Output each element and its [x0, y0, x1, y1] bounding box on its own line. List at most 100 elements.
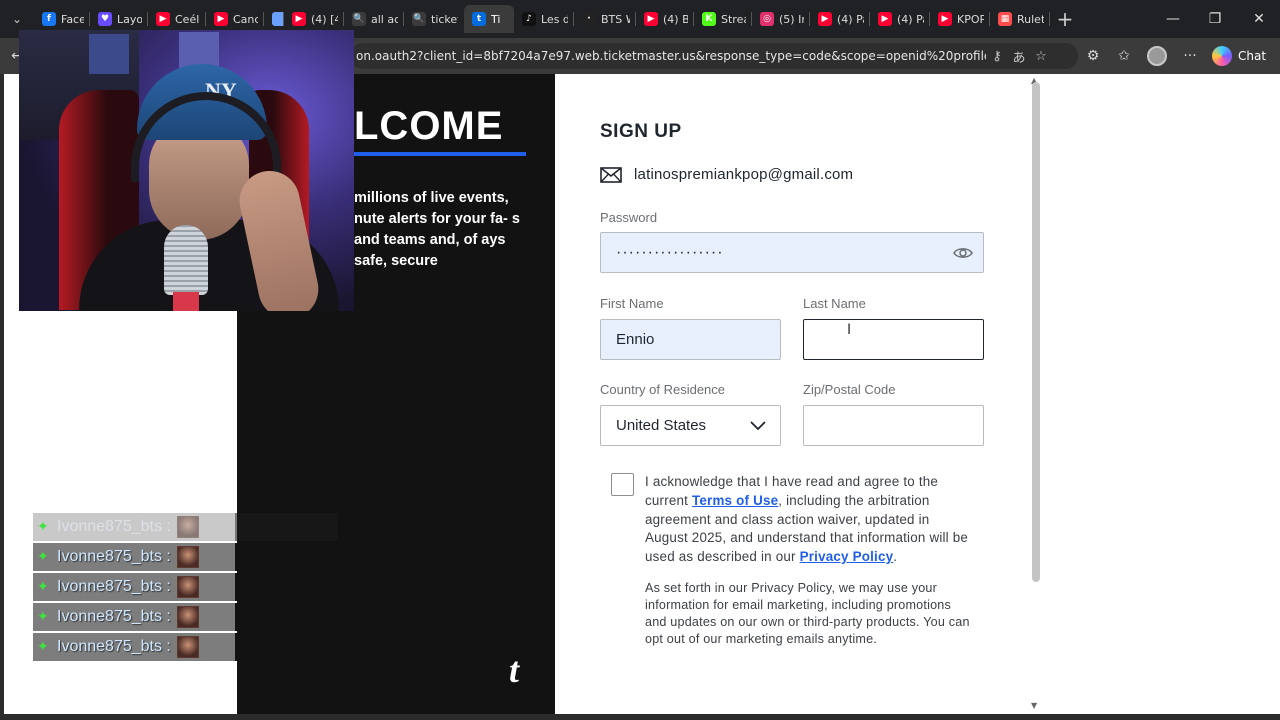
tab-favicon-icon: ▶	[878, 12, 892, 26]
chat-message-row: ✦ Ivonne875_bts :	[33, 542, 338, 572]
url-field[interactable]: on.oauth2?client_id=8bf7204a7e97.web.tic…	[350, 43, 1078, 69]
chat-message-row: ✦ Ivonne875_bts :	[33, 512, 338, 542]
browser-tab[interactable]: ▶ (4) Pa	[810, 5, 870, 33]
show-password-eye-icon[interactable]	[953, 244, 973, 262]
new-tab-plus-icon[interactable]: +	[1050, 5, 1080, 33]
tab-label: (4) [4	[311, 12, 338, 26]
mail-icon	[600, 166, 622, 183]
last-name-field[interactable]	[803, 319, 984, 360]
favorites-icon[interactable]: ✩	[1111, 44, 1137, 68]
translate-icon[interactable]: あ	[1008, 45, 1030, 67]
extensions-icon[interactable]: ⚙	[1080, 44, 1106, 68]
tab-label: (4) Pa	[837, 12, 864, 26]
tab-favicon-icon: ▦	[998, 12, 1012, 26]
chat-username: Ivonne875_bts :	[57, 608, 171, 625]
email-display: latinospremiankpop@gmail.com	[600, 166, 853, 183]
webcam-poster	[89, 34, 129, 74]
chat-emote	[176, 606, 199, 628]
tab-label: ticket	[431, 12, 458, 26]
browser-tab[interactable]: · BTS W	[574, 5, 636, 33]
tab-label: Ti	[491, 12, 501, 26]
chat-message-row: ✦ Ivonne875_bts :	[33, 602, 338, 632]
tab-favicon-icon	[272, 12, 284, 26]
text-cursor-icon: I	[847, 322, 852, 338]
country-select[interactable]: United States	[600, 405, 781, 446]
tab-label: KPOP	[957, 12, 984, 26]
profile-avatar[interactable]	[1144, 44, 1170, 68]
chat-emote	[176, 546, 199, 568]
sub-badge-icon: ✦	[37, 639, 49, 655]
tab-favicon-icon: ♥	[98, 12, 112, 26]
browser-tab[interactable]: f Faceb	[34, 5, 90, 33]
browser-tab[interactable]: t Ti	[464, 5, 514, 33]
browser-tab[interactable]: 🔍 all acc	[344, 5, 404, 33]
ticketmaster-logo: t	[509, 650, 520, 690]
tab-label: BTS W	[601, 12, 630, 26]
sub-badge-icon: ✦	[37, 549, 49, 565]
tab-label: Faceb	[61, 12, 84, 26]
copilot-chat-button[interactable]: Chat	[1212, 44, 1266, 68]
tab-list: fFaceb♥Layou ▶ Ceéle ▶ Canci ▶ (4) [4 🔍all acc🔍…	[34, 5, 1050, 33]
password-field[interactable]: ·················	[600, 232, 984, 273]
first-name-field[interactable]: Ennio	[600, 319, 781, 360]
terms-text: I acknowledge that I have read and agree…	[645, 473, 975, 567]
chat-emote	[176, 576, 199, 598]
tab-favicon-icon: 🔍	[352, 12, 366, 26]
scrollbar-thumb[interactable]	[1032, 82, 1040, 582]
stream-chat-overlay: ✦ Ivonne875_bts : ✦ Ivonne875_bts : ✦ Ivonne8…	[33, 512, 338, 662]
tab-favicon-icon: ◎	[760, 12, 774, 26]
browser-tab[interactable]: ♪ Les di	[514, 5, 574, 33]
tab-label: (5) Ins	[779, 12, 804, 26]
browser-tab[interactable]: K Strean	[694, 5, 752, 33]
browser-tab[interactable]: ▶ Canci	[206, 5, 264, 33]
terms-of-use-link[interactable]: Terms of Use	[692, 493, 778, 508]
chat-message-row: ✦ Ivonne875_bts :	[33, 632, 338, 662]
terms-text-part3: .	[893, 549, 898, 565]
zip-field[interactable]	[803, 405, 984, 446]
terms-checkbox[interactable]	[611, 473, 634, 496]
tab-label: Rulet	[1017, 12, 1044, 26]
browser-tab[interactable]: ▦ Rulet	[990, 5, 1050, 33]
browser-tab[interactable]: ▶ Ceéle	[148, 5, 206, 33]
more-menu-icon[interactable]: ···	[1177, 44, 1203, 68]
browser-tab[interactable]: 🔍 ticket	[404, 5, 464, 33]
favorite-star-icon[interactable]: ☆	[1030, 45, 1052, 67]
signup-title: SIGN UP	[600, 121, 682, 142]
key-icon[interactable]: ⚷	[986, 45, 1008, 67]
chat-emote	[176, 636, 199, 658]
tab-favicon-icon: ·	[582, 12, 596, 26]
tab-label: Canci	[233, 12, 258, 26]
tab-label: Ceéle	[175, 12, 200, 26]
scroll-down-arrow-icon[interactable]: ▼	[1031, 701, 1037, 710]
tab-favicon-icon: ▶	[644, 12, 658, 26]
browser-tab[interactable]: ▶ (4) [4	[284, 5, 344, 33]
tab-label: Les di	[541, 12, 568, 26]
minimize-icon[interactable]: —	[1152, 0, 1194, 38]
browser-tab[interactable]: ▶ (4) Bu	[636, 5, 694, 33]
copilot-icon	[1212, 46, 1232, 66]
restore-icon[interactable]: ❐	[1194, 0, 1236, 38]
tab-favicon-icon: ♪	[522, 12, 536, 26]
browser-tab[interactable]	[264, 5, 284, 33]
browser-tab[interactable]: ♥ Layou	[90, 5, 148, 33]
tab-favicon-icon: ▶	[214, 12, 228, 26]
microphone-base	[173, 292, 199, 311]
chat-row-message-area	[235, 633, 338, 661]
privacy-policy-link[interactable]: Privacy Policy	[800, 549, 894, 564]
microphone	[164, 225, 208, 295]
tab-label: (4) Pa	[897, 12, 924, 26]
country-value[interactable]: United States	[616, 417, 706, 434]
chevron-down-icon[interactable]	[750, 420, 766, 432]
close-window-icon[interactable]: ✕	[1238, 0, 1280, 38]
password-label: Password	[600, 210, 658, 225]
first-name-value[interactable]: Ennio	[616, 331, 654, 348]
zip-label: Zip/Postal Code	[803, 382, 896, 397]
sub-badge-icon: ✦	[37, 519, 49, 535]
tab-favicon-icon: ▶	[156, 12, 170, 26]
password-value[interactable]: ·················	[616, 244, 724, 262]
browser-tab[interactable]: ▶ KPOP	[930, 5, 990, 33]
tab-favicon-icon: ▶	[292, 12, 306, 26]
url-text[interactable]: on.oauth2?client_id=8bf7204a7e97.web.tic…	[356, 49, 986, 63]
browser-tab[interactable]: ◎ (5) Ins	[752, 5, 810, 33]
browser-tab[interactable]: ▶ (4) Pa	[870, 5, 930, 33]
